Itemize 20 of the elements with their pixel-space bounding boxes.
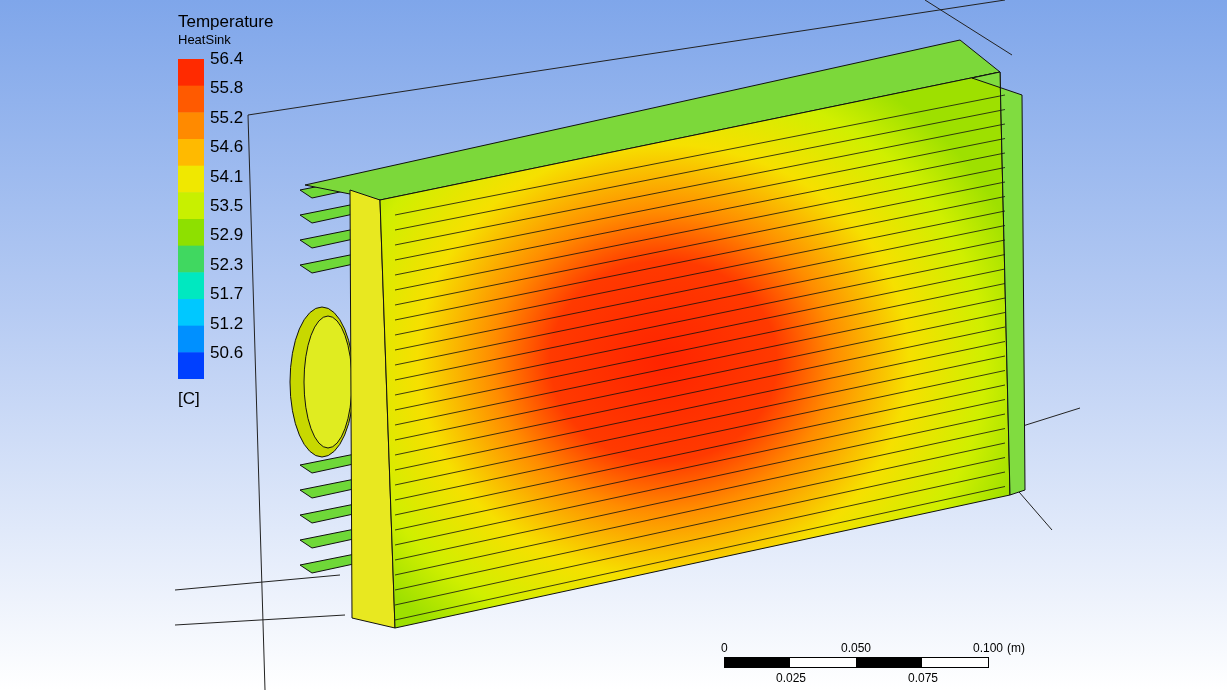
legend-value: 50.6: [210, 343, 244, 363]
legend-value: 53.5: [210, 196, 244, 216]
scale-label: 0.075: [908, 671, 939, 685]
scale-label: 0.050: [841, 641, 872, 655]
legend-value: 55.2: [210, 107, 244, 128]
scale-unit: (m): [1007, 641, 1025, 655]
scale-label: 0.100: [973, 641, 1004, 655]
legend-value: 52.3: [210, 254, 244, 275]
legend-value: 56.4: [210, 49, 244, 69]
legend-value: 54.6: [210, 137, 244, 158]
legend-subtitle: HeatSink: [178, 32, 232, 47]
legend-unit: [C]: [178, 389, 201, 409]
scale-label: 0.025: [776, 671, 807, 685]
legend-value: 55.8: [210, 78, 244, 99]
legend-title: Temperature: [178, 12, 274, 32]
scale-label: 0: [721, 641, 728, 655]
legend-value: 52.9: [210, 225, 244, 246]
legend-value: 54.1: [210, 166, 244, 187]
legend-value: 51.7: [210, 284, 244, 305]
legend-value: 51.2: [210, 313, 244, 334]
